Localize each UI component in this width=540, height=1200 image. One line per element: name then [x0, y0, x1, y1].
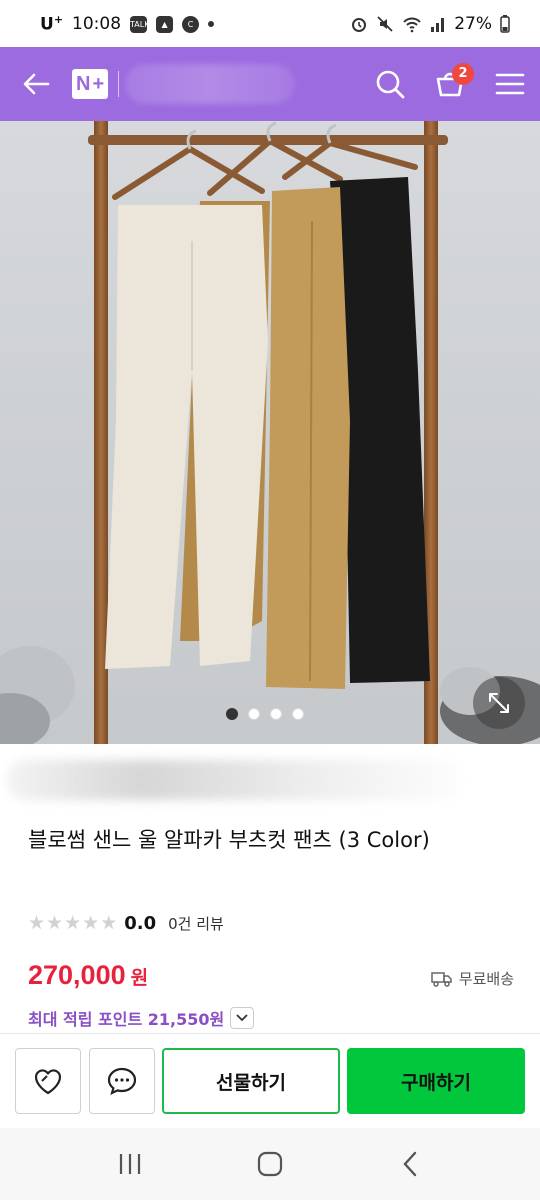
logo-divider: [118, 71, 120, 97]
star-icon: ★: [28, 912, 46, 934]
shipping-info: 무료배송: [431, 968, 514, 989]
points-info[interactable]: 최대 적립 포인트 21,550원: [28, 1006, 255, 1030]
chat-bubble-icon: [107, 1067, 137, 1096]
chevron-down-icon: [236, 1014, 248, 1022]
app-bar: N + 2: [0, 47, 540, 121]
chat-inquiry-button[interactable]: [89, 1048, 155, 1114]
home-button[interactable]: [240, 1134, 300, 1194]
heart-icon: [34, 1069, 62, 1095]
more-notifications-icon: [208, 21, 215, 27]
chevron-left-icon: [403, 1151, 417, 1177]
rating-row[interactable]: ★ ★ ★ ★ ★ 0.0 0건 리뷰: [28, 912, 224, 934]
recent-apps-icon: [119, 1154, 141, 1174]
status-bar: U+ 10:08 TALK ▲ C 27%: [0, 0, 540, 48]
star-icon: ★: [100, 912, 118, 934]
back-button[interactable]: [0, 47, 72, 121]
gallery-pagination: [226, 708, 304, 720]
system-nav-bar: [0, 1128, 540, 1200]
search-icon: [376, 70, 405, 99]
talk-icon: TALK: [130, 15, 149, 33]
cart-count-badge: 2: [452, 63, 474, 85]
truck-icon: [431, 971, 452, 987]
star-icon: ★: [82, 912, 100, 934]
hangers-illustration: [0, 121, 540, 744]
price-unit: 원: [130, 967, 149, 989]
points-label: 최대 적립 포인트 21,550원: [28, 1010, 225, 1029]
rating-stars: ★ ★ ★ ★ ★: [28, 912, 117, 934]
mute-icon: [377, 16, 393, 32]
store-name-redacted: [125, 64, 296, 104]
wishlist-button[interactable]: [15, 1048, 81, 1114]
price-row: 270,000 원: [28, 960, 148, 991]
pagination-dot[interactable]: [270, 708, 282, 720]
buy-button[interactable]: 구매하기: [347, 1048, 525, 1114]
gift-button[interactable]: 선물하기: [162, 1048, 340, 1114]
points-expand-toggle[interactable]: [230, 1007, 255, 1029]
seller-info-redacted: [6, 760, 460, 800]
clock: 10:08: [72, 14, 122, 34]
pagination-dot[interactable]: [292, 708, 304, 720]
carrier-label: U+: [40, 13, 64, 35]
wifi-icon: [403, 17, 421, 33]
review-count[interactable]: 0건 리뷰: [168, 913, 224, 934]
search-button[interactable]: [360, 47, 420, 121]
star-icon: ★: [64, 912, 82, 934]
gallery-icon: ▲: [156, 15, 174, 33]
battery-percent: 27%: [454, 14, 492, 34]
price-value: 270,000: [28, 960, 126, 990]
home-icon: [257, 1151, 283, 1177]
product-image[interactable]: [0, 121, 540, 744]
recent-apps-button[interactable]: [100, 1134, 160, 1194]
expand-icon: [489, 693, 509, 713]
pagination-dot[interactable]: [248, 708, 260, 720]
cart-button[interactable]: 2: [420, 47, 480, 121]
rating-value: 0.0: [124, 912, 157, 934]
back-arrow-icon: [23, 73, 50, 95]
product-title: 블로썸 샌느 울 알파카 부츠컷 팬츠 (3 Color): [28, 828, 430, 852]
naver-plus-logo[interactable]: N +: [72, 69, 109, 99]
menu-button[interactable]: [480, 47, 540, 121]
star-icon: ★: [46, 912, 64, 934]
alarm-icon: [352, 18, 367, 32]
hamburger-menu-icon: [495, 73, 525, 95]
shipping-label: 무료배송: [458, 970, 514, 988]
battery-icon: [500, 15, 510, 33]
purchase-action-bar: 선물하기 구매하기: [0, 1034, 540, 1128]
c-icon: C: [182, 15, 200, 33]
pagination-dot-active[interactable]: [226, 708, 238, 720]
system-back-button[interactable]: [380, 1134, 440, 1194]
expand-image-button[interactable]: [473, 677, 525, 729]
signal-icon: [431, 18, 445, 32]
